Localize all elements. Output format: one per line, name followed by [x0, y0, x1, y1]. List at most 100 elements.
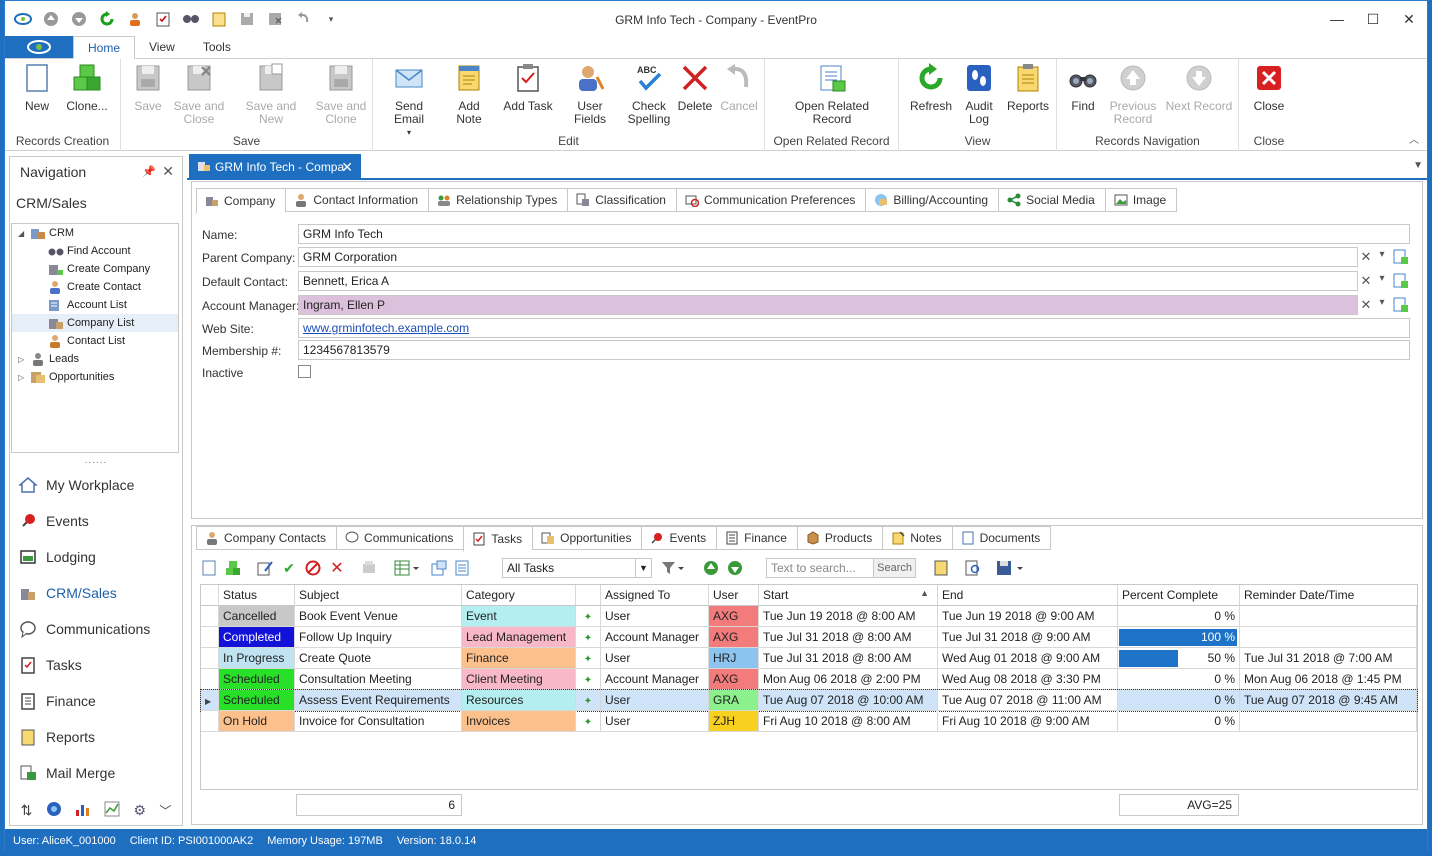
check-spelling-button[interactable]: ABC Check Spelling	[625, 61, 673, 126]
name-field[interactable]: GRM Info Tech	[298, 224, 1410, 244]
cell-reminder[interactable]	[1240, 711, 1417, 732]
cell-icon[interactable]: ✦	[576, 669, 601, 690]
tab-finance[interactable]: Finance	[716, 526, 797, 550]
cell-end[interactable]: Wed Aug 08 2018 @ 3:30 PM	[938, 669, 1118, 690]
table-row[interactable]: Completed Follow Up Inquiry Lead Managemen…	[201, 627, 1417, 648]
inactive-checkbox[interactable]	[298, 365, 311, 378]
new-button[interactable]: New	[15, 61, 59, 113]
tab-documents[interactable]: Documents	[951, 526, 1052, 550]
column-header-start[interactable]: Start ▲	[759, 585, 938, 606]
tab-opportunities[interactable]: Opportunities	[532, 526, 642, 550]
cell-subject[interactable]: Invoice for Consultation	[295, 711, 462, 732]
column-header-icon[interactable]	[576, 585, 601, 606]
cell-end[interactable]: Tue Jun 19 2018 @ 9:00 AM	[938, 606, 1118, 627]
cell-assigned[interactable]: Account Manager	[601, 669, 709, 690]
collapse-ribbon-icon[interactable]: ︿	[1409, 131, 1419, 146]
nav-my-workplace[interactable]: My Workplace	[18, 467, 134, 503]
tab-image[interactable]: Image	[1104, 188, 1178, 212]
row-indicator[interactable]	[201, 669, 219, 690]
open-manager-record-icon[interactable]	[1392, 296, 1410, 314]
table-row[interactable]: ▶ Scheduled Assess Event Requirements Resou…	[200, 689, 1418, 712]
edit-task-icon[interactable]	[256, 559, 274, 577]
tab-events[interactable]: Events	[641, 526, 717, 550]
tab-company[interactable]: Company	[196, 188, 286, 214]
website-field[interactable]: www.grminfotech.example.com	[298, 318, 1410, 338]
export-icon[interactable]	[454, 559, 472, 577]
send-email-button[interactable]: Send Email ▾	[381, 61, 437, 139]
reports-button[interactable]: Reports	[1003, 61, 1053, 113]
globe-icon[interactable]	[46, 801, 62, 820]
cancel-button[interactable]: Cancel	[719, 61, 759, 113]
move-up-icon[interactable]	[702, 559, 720, 577]
cell-category[interactable]: Event	[462, 606, 576, 627]
tab-company-contacts[interactable]: Company Contacts	[196, 526, 337, 550]
add-note-button[interactable]: Add Note	[445, 61, 493, 126]
cell-status[interactable]: On Hold	[219, 711, 295, 732]
pin-icon[interactable]: 📌	[142, 165, 156, 178]
cell-icon[interactable]: ✦	[576, 690, 601, 711]
column-header-category[interactable]: Category	[462, 585, 576, 606]
row-indicator[interactable]: ▶	[201, 690, 219, 711]
search-button[interactable]: Search	[873, 559, 915, 577]
maximize-icon[interactable]: ☐	[1355, 1, 1391, 37]
up-arrow-icon[interactable]	[37, 1, 65, 37]
app-logo-icon[interactable]	[9, 1, 37, 37]
close-window-icon[interactable]: ✕	[1391, 1, 1427, 37]
column-chooser-icon[interactable]	[392, 559, 422, 577]
cell-reminder[interactable]	[1240, 606, 1417, 627]
down-arrow-icon[interactable]	[65, 1, 93, 37]
tab-tasks[interactable]: Tasks	[463, 526, 533, 552]
website-link[interactable]: www.grminfotech.example.com	[303, 321, 469, 335]
default-contact-combo[interactable]: Bennett, Erica A	[298, 271, 1358, 291]
nav-crm-sales[interactable]: CRM/Sales	[18, 575, 117, 611]
tree-node-find-account[interactable]: Find Account	[12, 242, 178, 260]
find-icon[interactable]	[177, 1, 205, 37]
percent-complete-bar[interactable]: 0 %	[1118, 606, 1240, 627]
membership-field[interactable]: 1234567813579	[298, 340, 1410, 360]
nav-events[interactable]: Events	[18, 503, 89, 539]
tree-node-create-contact[interactable]: Create Contact	[12, 278, 178, 296]
minimize-icon[interactable]: —	[1319, 1, 1355, 37]
cell-category[interactable]: Resources	[462, 690, 576, 711]
clear-contact-icon[interactable]: ✕	[1358, 273, 1374, 289]
cell-assigned[interactable]: User	[601, 711, 709, 732]
close-nav-icon[interactable]: ✕	[162, 163, 174, 180]
cell-start[interactable]: Fri Aug 10 2018 @ 8:00 AM	[759, 711, 938, 732]
tree-node-contact-list[interactable]: Contact List	[12, 332, 178, 350]
tab-contact-information[interactable]: Contact Information	[285, 188, 429, 212]
save-and-close-button[interactable]: Save and Close	[173, 61, 225, 126]
print-disabled-icon[interactable]	[360, 559, 378, 577]
tree-node-account-list[interactable]: Account List	[12, 296, 178, 314]
cell-assigned[interactable]: User	[601, 648, 709, 669]
settings-gear-icon[interactable]: ⚙	[134, 802, 147, 819]
cell-reminder[interactable]	[1240, 627, 1417, 648]
column-header-subject[interactable]: Subject	[295, 585, 462, 606]
save-button[interactable]: Save	[131, 61, 165, 113]
save-layout-icon[interactable]	[996, 559, 1026, 577]
cell-subject[interactable]: Consultation Meeting	[295, 669, 462, 690]
open-related-record-button[interactable]: Open Related Record	[789, 61, 875, 126]
cell-assigned[interactable]: Account Manager	[601, 627, 709, 648]
save-and-close-icon[interactable]	[261, 1, 289, 37]
app-menu-button[interactable]	[5, 36, 73, 58]
column-header-user[interactable]: User	[709, 585, 759, 606]
close-button[interactable]: Close	[1245, 61, 1293, 113]
nav-tasks[interactable]: Tasks	[18, 647, 82, 683]
cell-reminder[interactable]: Tue Aug 07 2018 @ 9:45 AM	[1240, 690, 1417, 711]
row-indicator[interactable]	[201, 648, 219, 669]
cell-end[interactable]: Fri Aug 10 2018 @ 9:00 AM	[938, 711, 1118, 732]
column-header-percent[interactable]: Percent Complete	[1118, 585, 1240, 606]
clear-parent-icon[interactable]: ✕	[1358, 249, 1374, 265]
delete-task-icon[interactable]: ✕	[328, 559, 346, 577]
cell-status[interactable]: Scheduled	[219, 690, 295, 711]
cell-start[interactable]: Tue Aug 07 2018 @ 10:00 AM	[759, 690, 938, 711]
customize-qat-icon[interactable]: ▾	[317, 1, 345, 37]
filter-dropdown-icon[interactable]: ▼	[635, 559, 651, 577]
preview-search-icon[interactable]	[964, 559, 982, 577]
percent-complete-bar[interactable]: 0 %	[1118, 690, 1240, 711]
cell-user[interactable]: GRA	[709, 690, 759, 711]
percent-complete-bar[interactable]: 100 %	[1118, 627, 1240, 648]
cell-user[interactable]: HRJ	[709, 648, 759, 669]
parent-company-combo[interactable]: GRM Corporation	[298, 247, 1358, 267]
save-and-clone-button[interactable]: Save and Clone	[315, 61, 367, 126]
